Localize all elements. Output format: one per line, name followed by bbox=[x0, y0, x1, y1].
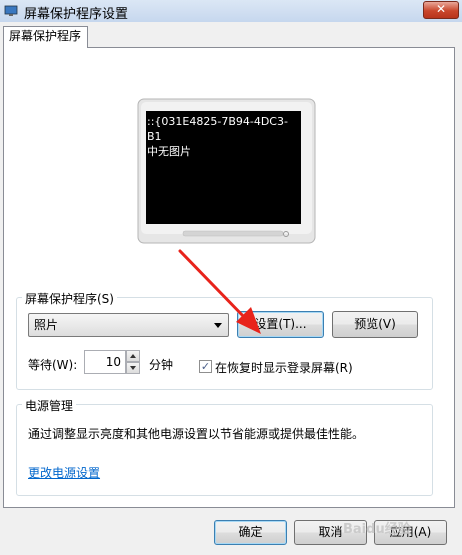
preview-screen-text: ::{031E4825-7B94-4DC3-B1 中无图片 bbox=[147, 115, 288, 158]
chevron-down-icon bbox=[214, 323, 222, 328]
screensaver-group-label: 屏幕保护程序(S) bbox=[22, 290, 117, 307]
resume-checkbox[interactable]: ✓ bbox=[199, 360, 212, 373]
triangle-down-icon bbox=[130, 366, 136, 370]
watermark: Baidu经验 bbox=[343, 522, 411, 537]
resume-checkbox-label[interactable]: 在恢复时显示登录屏幕(R) bbox=[215, 359, 353, 376]
power-group-label: 电源管理 bbox=[22, 397, 77, 414]
screensaver-dropdown[interactable]: 照片 bbox=[28, 313, 229, 337]
wait-stepper[interactable] bbox=[126, 350, 140, 374]
stepper-up-button[interactable] bbox=[126, 350, 140, 362]
power-description: 通过调整显示亮度和其他电源设置以节省能源或提供最佳性能。 bbox=[28, 427, 365, 441]
tab-screensaver[interactable]: 屏幕保护程序 bbox=[3, 26, 88, 48]
close-button[interactable]: ✕ bbox=[423, 1, 459, 19]
wait-label: 等待(W): bbox=[28, 358, 78, 372]
wait-unit: 分钟 bbox=[149, 358, 174, 372]
power-group bbox=[16, 404, 433, 496]
triangle-up-icon bbox=[130, 354, 136, 358]
settings-button[interactable]: 设置(T)... bbox=[237, 311, 324, 338]
stepper-down-button[interactable] bbox=[126, 362, 140, 374]
monitor-app-icon bbox=[4, 5, 18, 16]
screensaver-selected: 照片 bbox=[34, 318, 59, 332]
wait-minutes-input[interactable]: 10 bbox=[84, 350, 126, 374]
window-title: 屏幕保护程序设置 bbox=[24, 7, 129, 22]
title-bar: 屏幕保护程序设置 ✕ bbox=[0, 0, 462, 22]
change-power-settings-link[interactable]: 更改电源设置 bbox=[28, 464, 100, 481]
ok-button[interactable]: 确定 bbox=[214, 520, 287, 545]
preview-button[interactable]: 预览(V) bbox=[332, 311, 418, 338]
